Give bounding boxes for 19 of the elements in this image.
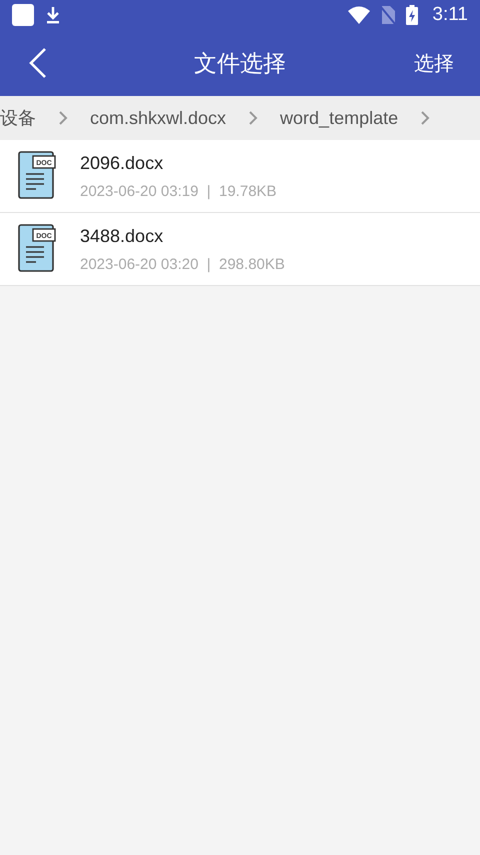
battery-charging-icon: [406, 5, 418, 25]
file-details: 2023-06-20 03:20 | 298.80KB: [80, 256, 285, 272]
file-details: 2023-06-20 03:19 | 19.78KB: [80, 182, 277, 200]
notification-icon: [12, 4, 34, 26]
file-name: 2096.docx: [80, 152, 164, 174]
breadcrumb-item[interactable]: word_template: [280, 108, 398, 128]
chevron-right-icon: [58, 110, 68, 126]
chevron-right-icon: [420, 110, 430, 126]
clock: 3:11: [432, 4, 468, 26]
file-name: 3488.docx: [80, 226, 164, 246]
screen-title: 文件选择: [194, 48, 286, 78]
breadcrumb-item[interactable]: com.shkxwl.docx: [90, 108, 226, 128]
back-icon: [28, 47, 48, 79]
select-button[interactable]: 选择: [408, 48, 460, 78]
breadcrumb-item[interactable]: 设备: [0, 106, 36, 130]
chevron-right-icon: [248, 110, 258, 126]
download-icon: [44, 5, 62, 25]
wifi-icon: [348, 6, 370, 24]
no-sim-icon: [380, 5, 396, 25]
